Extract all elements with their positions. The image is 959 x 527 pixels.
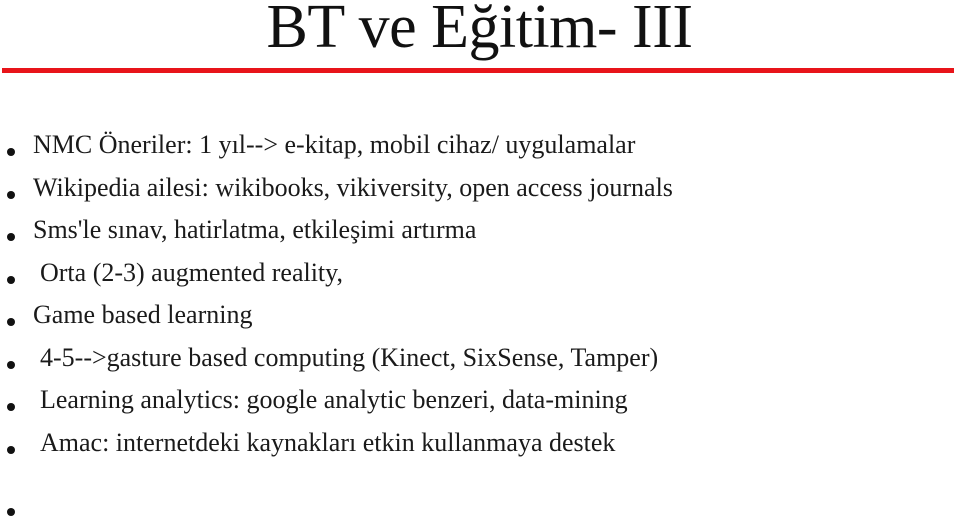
bullet-text: Orta (2-3) augmented reality, [40, 257, 343, 287]
bullet-text: 4-5-->gasture based computing (Kinect, S… [40, 342, 659, 372]
bullet-dot-icon [7, 508, 15, 516]
bullet-dot-icon [7, 403, 15, 411]
bullet-text: Wikipedia ailesi: wikibooks, vikiversity… [33, 172, 673, 202]
bullet-dot-icon [7, 318, 15, 326]
bullet-text: NMC Öneriler: 1 yıl--> e-kitap, mobil ci… [33, 130, 636, 159]
bullet-text: Sms'le sınav, hatirlatma, etkileşimi art… [33, 215, 477, 244]
title-underline-divider [2, 68, 954, 73]
bullet-dot-icon [7, 445, 15, 454]
bullet-dot-icon [7, 275, 15, 284]
bullet-dot-icon [7, 190, 15, 199]
bullet-dot-icon [7, 148, 15, 156]
bullet-text: Amac: internetdeki kaynakları etkin kull… [40, 427, 616, 457]
bullet-text: Learning analytics: google analytic benz… [40, 385, 628, 414]
bullet-dot-icon [7, 360, 15, 369]
bullet-text: Game based learning [33, 300, 253, 329]
slide-title: BT ve Eğitim- III [266, 0, 693, 61]
bullet-dot-icon [7, 233, 15, 241]
